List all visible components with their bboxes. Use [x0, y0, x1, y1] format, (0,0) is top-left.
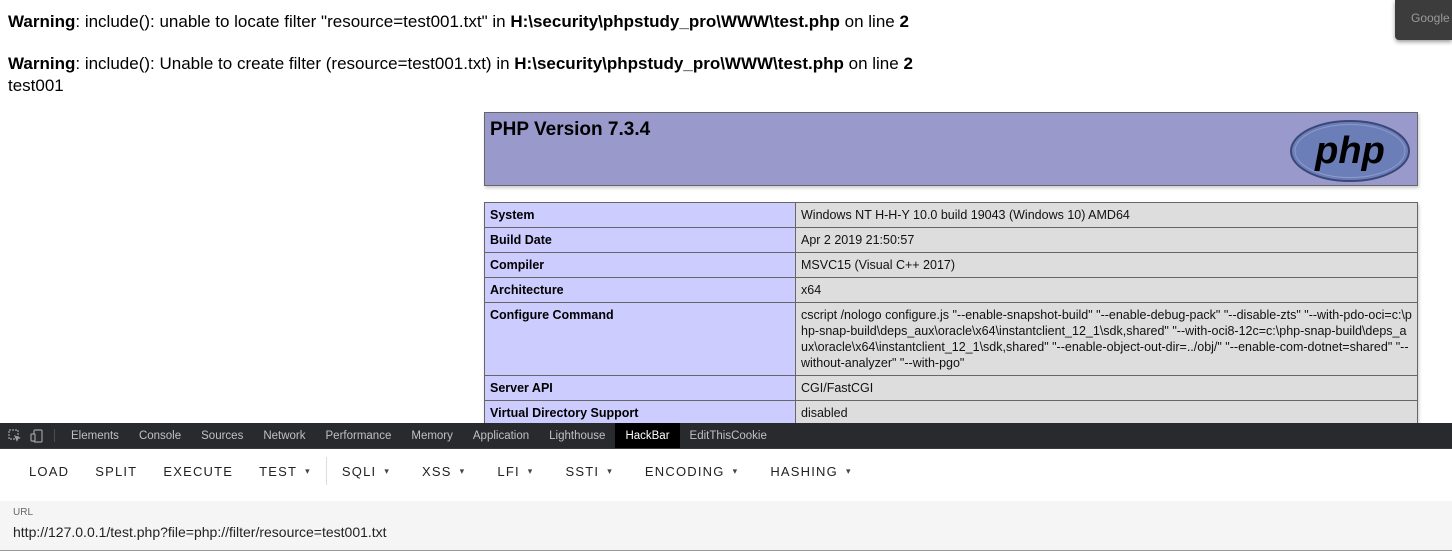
- phpinfo-key: Virtual Directory Support: [484, 400, 796, 423]
- sqli-menu-button[interactable]: SQLI ▾: [329, 455, 403, 487]
- phpinfo-row: Build Date Apr 2 2019 21:50:57: [484, 227, 1418, 253]
- ssti-menu-button[interactable]: SSTI ▾: [553, 455, 626, 487]
- warning-line: 2: [899, 12, 909, 31]
- tab-lighthouse[interactable]: Lighthouse: [539, 423, 615, 448]
- devtools-tabbar: Elements Console Sources Network Performance…: [0, 423, 1452, 449]
- tab-network[interactable]: Network: [253, 423, 315, 448]
- phpinfo-key: Configure Command: [484, 302, 796, 376]
- test-button[interactable]: TEST ▾: [246, 455, 324, 487]
- warning-text: : include(): Unable to create filter (re…: [75, 54, 515, 73]
- warning-file: H:\security\phpstudy_pro\WWW\test.php: [514, 54, 844, 73]
- chevron-down-icon: ▾: [384, 465, 391, 476]
- load-button[interactable]: LOAD: [16, 455, 82, 487]
- encoding-menu-button[interactable]: ENCODING ▾: [632, 455, 751, 487]
- tab-elements[interactable]: Elements: [61, 423, 129, 448]
- button-label: LOAD: [29, 463, 70, 479]
- tab-hackbar[interactable]: HackBar: [615, 423, 680, 448]
- warning-label: Warning: [8, 54, 76, 73]
- warning-text: : include(): unable to locate filter "re…: [75, 12, 511, 31]
- devtools-panel: Elements Console Sources Network Performance…: [0, 423, 1452, 555]
- menu-label: SQLI: [341, 463, 377, 479]
- phpinfo-row: Configure Command cscript /nologo configu…: [484, 302, 1418, 376]
- url-input[interactable]: http://127.0.0.1/test.php?file=php://fil…: [13, 524, 387, 540]
- warning-label: Warning: [8, 12, 76, 31]
- button-label: TEST: [259, 463, 298, 479]
- chevron-down-icon: ▾: [607, 465, 613, 476]
- phpinfo-key: System: [484, 202, 796, 228]
- chevron-down-icon: ▾: [845, 465, 852, 476]
- warning-file: H:\security\phpstudy_pro\WWW\test.php: [510, 12, 840, 31]
- button-label: EXECUTE: [163, 463, 234, 479]
- menu-label: SSTI: [565, 463, 600, 479]
- phpinfo-value: Windows NT H-H-Y 10.0 build 19043 (Windo…: [795, 202, 1418, 228]
- warning-text: on line: [843, 54, 904, 73]
- menu-label: HASHING: [770, 463, 838, 479]
- warning-text: on line: [839, 12, 900, 31]
- phpinfo-row: System Windows NT H-H-Y 10.0 build 19043 …: [484, 202, 1418, 228]
- tab-sources[interactable]: Sources: [191, 423, 253, 448]
- tab-application[interactable]: Application: [463, 423, 539, 448]
- tabbar-divider: [54, 429, 55, 442]
- phpinfo-row: Architecture x64: [484, 277, 1418, 303]
- phpinfo-value: MSVC15 (Visual C++ 2017): [795, 252, 1418, 278]
- warning-line: 2: [903, 54, 913, 73]
- execute-button[interactable]: EXECUTE: [150, 455, 246, 487]
- phpinfo-row: Compiler MSVC15 (Visual C++ 2017): [484, 252, 1418, 278]
- echo-output: test001: [8, 76, 64, 95]
- tab-memory[interactable]: Memory: [401, 423, 463, 448]
- svg-text:php: php: [1314, 130, 1385, 172]
- lfi-menu-button[interactable]: LFI ▾: [484, 455, 546, 487]
- phpinfo-header: PHP Version 7.3.4 php: [484, 112, 1418, 186]
- menu-label: XSS: [422, 463, 452, 479]
- menu-label: LFI: [497, 463, 520, 479]
- phpinfo-key: Compiler: [484, 252, 796, 278]
- menu-label: ENCODING: [644, 463, 725, 479]
- tab-editthiscookie[interactable]: EditThisCookie: [680, 423, 777, 448]
- php-version-title: PHP Version 7.3.4: [490, 119, 651, 140]
- tab-console[interactable]: Console: [129, 423, 191, 448]
- chevron-down-icon: ▾: [732, 465, 739, 476]
- phpinfo-key: Server API: [484, 375, 796, 401]
- devtools-tabs: Elements Console Sources Network Performance…: [61, 423, 777, 448]
- toolbar-divider: [325, 457, 327, 485]
- phpinfo-value: CGI/FastCGI: [795, 375, 1418, 401]
- phpinfo-row: Server API CGI/FastCGI: [484, 375, 1418, 401]
- php-logo-icon: php: [1290, 120, 1410, 182]
- phpinfo-key: Build Date: [484, 227, 796, 253]
- url-label: URL: [13, 507, 34, 518]
- url-underline: [0, 550, 1452, 551]
- device-toolbar-icon[interactable]: [26, 423, 48, 448]
- phpinfo-value: Apr 2 2019 21:50:57: [795, 227, 1418, 253]
- button-label: SPLIT: [95, 463, 138, 479]
- php-warning-1: Warning: include(): unable to locate fil…: [8, 12, 909, 32]
- phpinfo-value: cscript /nologo configure.js "--enable-s…: [795, 302, 1418, 376]
- phpinfo-table: System Windows NT H-H-Y 10.0 build 19043 …: [484, 202, 1418, 423]
- inspect-element-icon[interactable]: [4, 423, 26, 448]
- tab-performance[interactable]: Performance: [316, 423, 402, 448]
- url-field[interactable]: URL http://127.0.0.1/test.php?file=php:/…: [0, 501, 1452, 551]
- phpinfo-row: Virtual Directory Support disabled: [484, 400, 1418, 423]
- chevron-down-icon: ▾: [527, 465, 534, 476]
- hackbar-toolbar: LOAD SPLIT EXECUTE TEST ▾ SQLI ▾ XSS ▾ LFI ▾ SSTI ▾ E…: [0, 449, 1452, 493]
- split-button[interactable]: SPLIT: [82, 455, 150, 487]
- php-warning-2: Warning: include(): Unable to create fil…: [8, 54, 913, 74]
- phpinfo-key: Architecture: [484, 277, 796, 303]
- chevron-down-icon: ▾: [305, 465, 311, 476]
- phpinfo-value: disabled: [795, 400, 1418, 423]
- xss-menu-button[interactable]: XSS ▾: [409, 455, 478, 487]
- browser-page: Warning: include(): unable to locate fil…: [0, 0, 1452, 423]
- chevron-down-icon: ▾: [459, 465, 466, 476]
- google-chip[interactable]: Google: [1395, 0, 1452, 40]
- hashing-menu-button[interactable]: HASHING ▾: [757, 455, 864, 487]
- phpinfo-value: x64: [795, 277, 1418, 303]
